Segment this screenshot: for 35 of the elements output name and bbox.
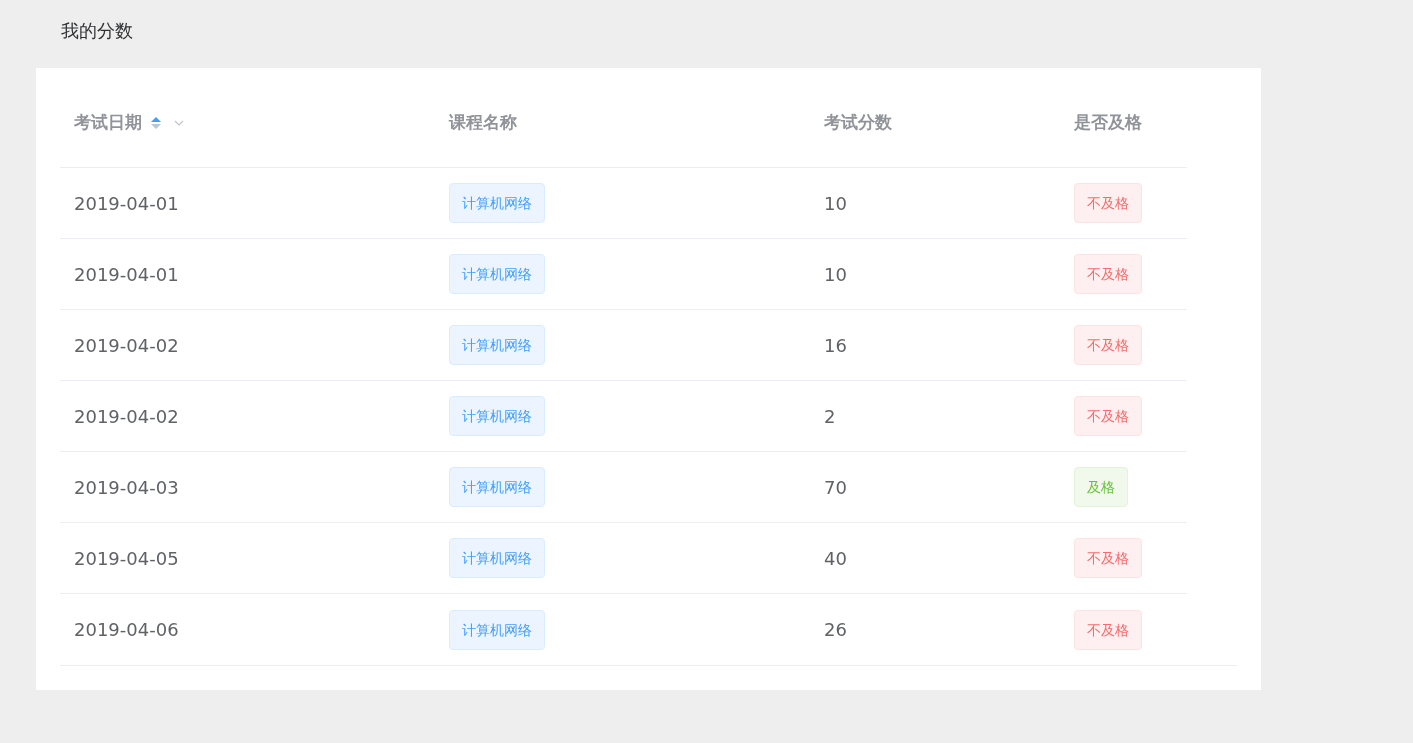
result-tag: 不及格 [1074,609,1142,650]
column-header: 课程名称 [449,110,517,134]
date-text: 2019-04-01 [74,263,179,285]
result-tag: 不及格 [1074,183,1142,223]
date-text: 2019-04-02 [74,334,179,356]
result-tag: 不及格 [1074,325,1142,365]
date-text: 2019-04-06 [74,619,179,640]
course-tag: 计算机网络 [449,183,545,223]
course-tag: 计算机网络 [449,467,545,507]
date-text: 2019-04-05 [74,547,179,569]
score-text: 70 [824,476,847,498]
course-tag: 计算机网络 [449,254,545,294]
result-tag: 不及格 [1074,538,1142,578]
course-tag: 计算机网络 [449,609,545,650]
result-tag: 不及格 [1074,254,1142,294]
score-text: 10 [824,263,847,285]
column-header: 考试分数 [824,110,892,134]
date-text: 2019-04-02 [74,405,179,427]
result-tag: 及格 [1074,467,1128,507]
score-text: 10 [824,192,847,214]
page-title: 我的分数 [61,19,134,43]
score-text: 16 [824,334,847,356]
course-tag: 计算机网络 [449,396,545,436]
date-text: 2019-04-03 [74,476,179,498]
score-text: 2 [824,405,836,427]
course-tag: 计算机网络 [449,325,545,365]
score-text: 26 [824,619,847,640]
sort-icon[interactable] [150,114,162,131]
course-tag: 计算机网络 [449,538,545,578]
chevron-down-icon[interactable] [174,119,184,126]
column-header: 是否及格 [1074,110,1142,134]
result-tag: 不及格 [1074,396,1142,436]
column-header[interactable]: 考试日期 [74,109,142,136]
score-text: 40 [824,547,847,569]
date-text: 2019-04-01 [74,192,179,214]
